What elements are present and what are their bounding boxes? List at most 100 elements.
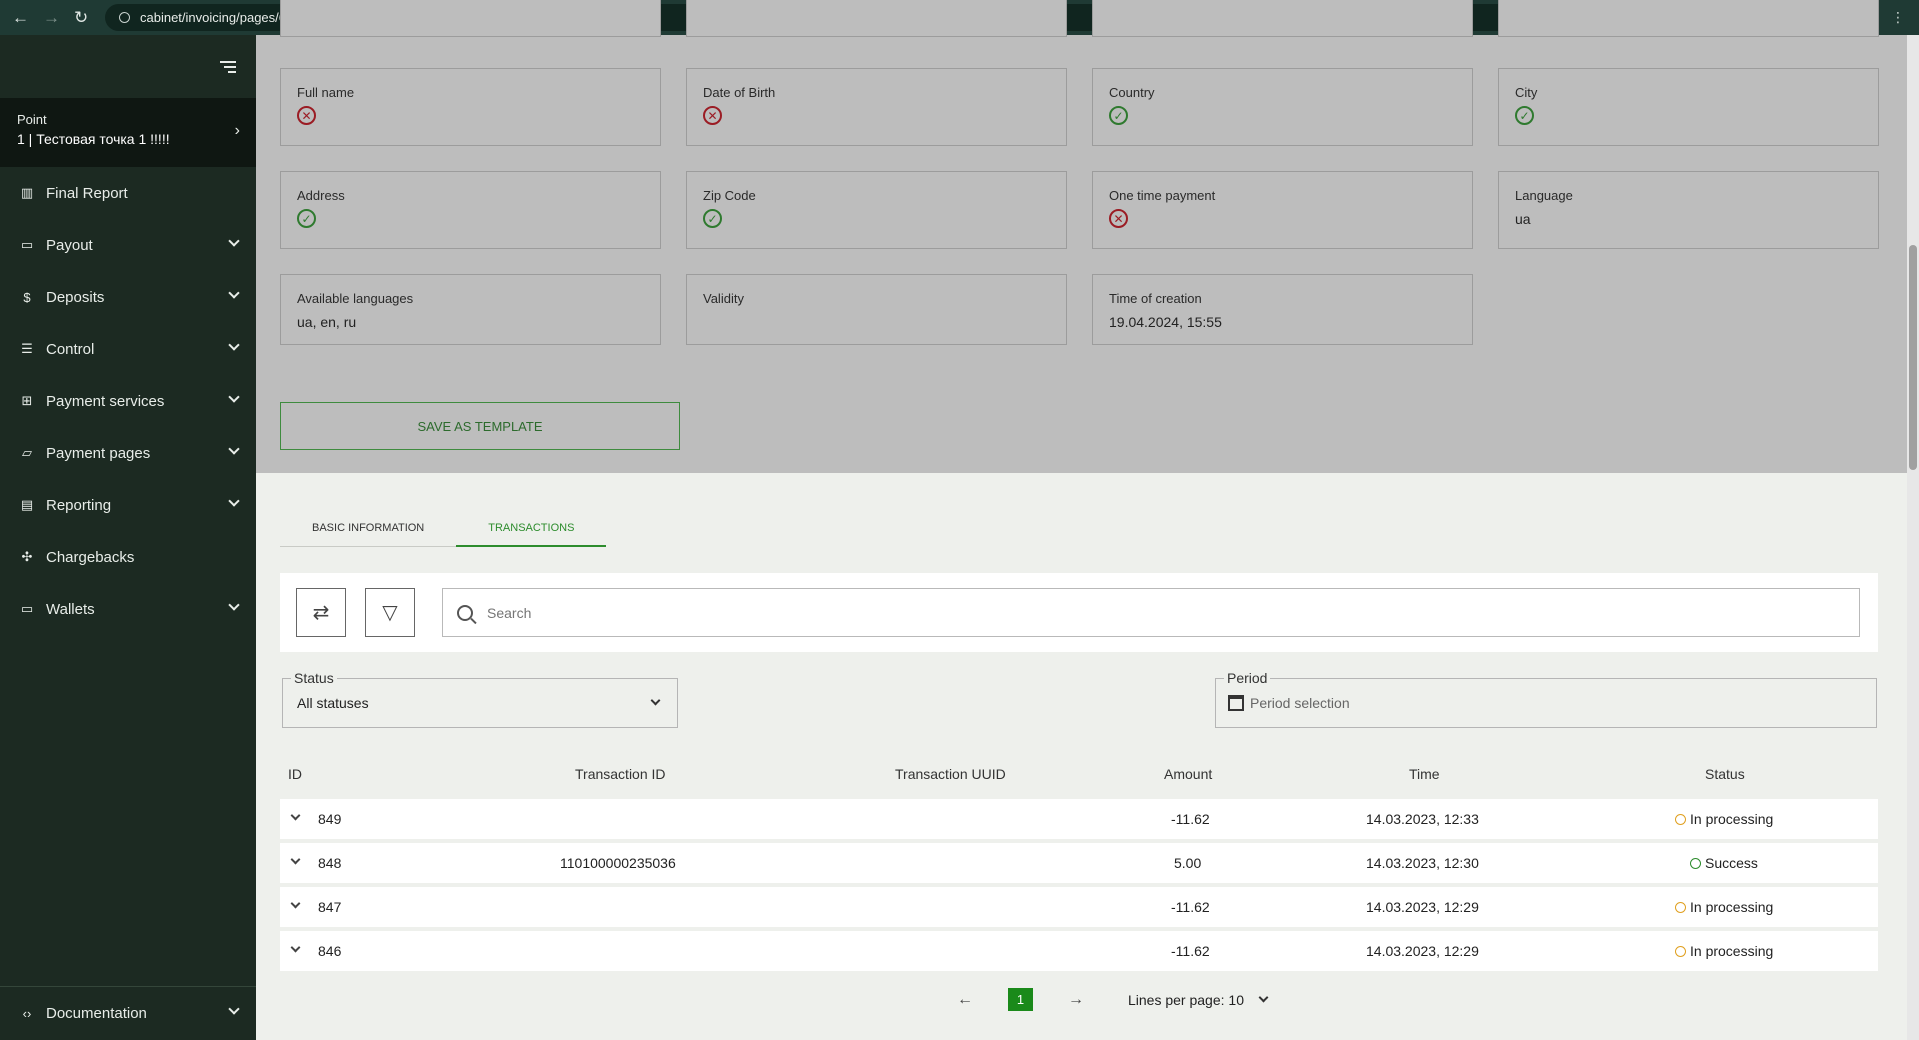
cell-amount: -11.62 (1171, 811, 1210, 827)
field-label: Full name (297, 85, 355, 100)
clock-icon (1675, 946, 1686, 957)
filter-icon: ▽ (382, 602, 398, 624)
sidebar-item-documentation[interactable]: ‹› Documentation (0, 986, 256, 1040)
field-label: Language (1515, 188, 1573, 203)
expand-chevron-icon[interactable] (290, 810, 301, 821)
status-text: In processing (1690, 899, 1774, 915)
field-label: Zip Code (703, 188, 756, 203)
table-row[interactable]: 848 110100000235036 5.00 14.03.2023, 12:… (280, 843, 1878, 883)
check-circle-icon (1690, 858, 1701, 869)
page-scrollbar[interactable] (1907, 35, 1919, 1040)
sidebar-item-wallets[interactable]: ▭ Wallets (0, 583, 256, 635)
tab-transactions[interactable]: TRANSACTIONS (456, 510, 607, 547)
x-circle-icon: ✕ (1109, 209, 1128, 228)
chevron-down-icon (228, 235, 240, 247)
chevron-down-icon[interactable] (1258, 992, 1269, 1003)
more-menu-icon[interactable]: ⋮ (1891, 9, 1905, 26)
cell-id: 849 (318, 811, 342, 827)
menu-toggle-icon[interactable] (220, 60, 236, 73)
scrollbar-thumb[interactable] (1909, 245, 1917, 470)
reload-icon[interactable]: ↻ (74, 9, 88, 26)
filter-button[interactable]: ▽ (365, 588, 415, 637)
detail-tabs: BASIC INFORMATION TRANSACTIONS (280, 510, 607, 547)
sidebar-item-chargebacks[interactable]: ✣ Chargebacks (0, 531, 256, 583)
field-validity: Validity (686, 274, 1067, 345)
chevron-right-icon: › (234, 122, 240, 139)
lines-per-page-select[interactable]: Lines per page: 10 (1128, 992, 1244, 1008)
refresh-button[interactable]: ⇄ (296, 588, 346, 637)
point-selector[interactable]: Point 1 | Тестовая точка 1 !!!!! › (0, 98, 256, 167)
point-label: Point (17, 112, 47, 127)
field-value: 19.04.2024, 15:55 (1109, 314, 1222, 330)
page-icon: ▱ (22, 445, 32, 460)
save-as-template-button[interactable]: SAVE AS TEMPLATE (280, 402, 680, 450)
tab-basic-information[interactable]: BASIC INFORMATION (280, 510, 457, 547)
expand-chevron-icon[interactable] (290, 854, 301, 865)
chevron-down-icon (650, 695, 661, 706)
point-value: 1 | Тестовая точка 1 !!!!! (17, 131, 170, 147)
field-label: Time of creation (1109, 291, 1202, 306)
field-partial-1 (280, 0, 661, 37)
browser-nav: ← → ↻ (0, 9, 105, 26)
field-city: City ✓ (1498, 68, 1879, 146)
chevron-down-icon (228, 339, 240, 351)
pagination: ← 1 → Lines per page: 10 (945, 988, 1269, 1011)
sidebar-item-label: Payment pages (46, 444, 151, 462)
sidebar-item-reporting[interactable]: ▤ Reporting (0, 479, 256, 531)
field-partial-4 (1498, 0, 1879, 37)
sidebar-item-payment-services[interactable]: ⊞ Payment services (0, 375, 256, 427)
expand-chevron-icon[interactable] (290, 898, 301, 909)
sidebar-item-final-report[interactable]: ▥ Final Report (0, 167, 256, 219)
status-text: In processing (1690, 811, 1774, 827)
field-zip-code: Zip Code ✓ (686, 171, 1067, 249)
calendar-icon (1228, 695, 1244, 711)
check-circle-icon: ✓ (1109, 106, 1128, 125)
period-label: Period (1224, 670, 1271, 686)
col-amount: Amount (1164, 766, 1213, 782)
table-row[interactable]: 849 -11.62 14.03.2023, 12:33 In processi… (280, 799, 1878, 839)
field-country: Country ✓ (1092, 68, 1473, 146)
search-input[interactable] (487, 604, 1859, 621)
sidebar-item-label: Chargebacks (46, 548, 135, 566)
sidebar-item-label: Reporting (46, 496, 112, 514)
cell-amount: -11.62 (1171, 899, 1210, 915)
sidebar-item-deposits[interactable]: $ Deposits (0, 271, 256, 323)
sidebar-item-label: Deposits (46, 288, 105, 306)
period-picker[interactable]: Period Period selection (1215, 670, 1877, 728)
field-label: One time payment (1109, 188, 1216, 203)
cell-time: 14.03.2023, 12:29 (1366, 899, 1479, 915)
col-transaction-uuid: Transaction UUID (895, 766, 1006, 782)
sidebar-item-control[interactable]: ☰ Control (0, 323, 256, 375)
next-page-icon[interactable]: → (1056, 991, 1096, 1009)
status-text: In processing (1690, 943, 1774, 959)
prev-page-icon[interactable]: ← (945, 991, 985, 1009)
field-label: Address (297, 188, 345, 203)
refresh-icon: ⇄ (312, 602, 330, 624)
chevron-down-icon (228, 1003, 240, 1015)
sidebar-item-payout[interactable]: ▭ Payout (0, 219, 256, 271)
field-label: Validity (703, 291, 744, 306)
table-row[interactable]: 847 -11.62 14.03.2023, 12:29 In processi… (280, 887, 1878, 927)
field-full-name: Full name ✕ (280, 68, 661, 146)
expand-chevron-icon[interactable] (290, 942, 301, 953)
sidebar: Point 1 | Тестовая точка 1 !!!!! › ▥ Fin… (0, 35, 256, 1040)
sidebar-header (0, 35, 256, 98)
sidebar-item-label: Wallets (46, 600, 95, 618)
clock-icon (1675, 902, 1686, 913)
field-language: Language ua (1498, 171, 1879, 249)
status-select[interactable]: Status All statuses (282, 670, 678, 728)
sidebar-item-payment-pages[interactable]: ▱ Payment pages (0, 427, 256, 479)
page-number-button[interactable]: 1 (1008, 988, 1033, 1011)
transactions-toolbar: ⇄ ▽ (280, 573, 1878, 652)
report-icon: ▤ (20, 497, 34, 512)
site-info-icon[interactable] (119, 12, 130, 23)
bar-chart-icon: ▥ (20, 185, 34, 200)
forward-icon[interactable]: → (43, 9, 60, 26)
cell-id: 848 (318, 855, 342, 871)
search-field[interactable] (442, 588, 1860, 637)
cell-time: 14.03.2023, 12:33 (1366, 811, 1479, 827)
field-value: ua (1515, 211, 1531, 227)
back-icon[interactable]: ← (12, 9, 29, 26)
table-row[interactable]: 846 -11.62 14.03.2023, 12:29 In processi… (280, 931, 1878, 971)
search-icon (457, 604, 473, 621)
